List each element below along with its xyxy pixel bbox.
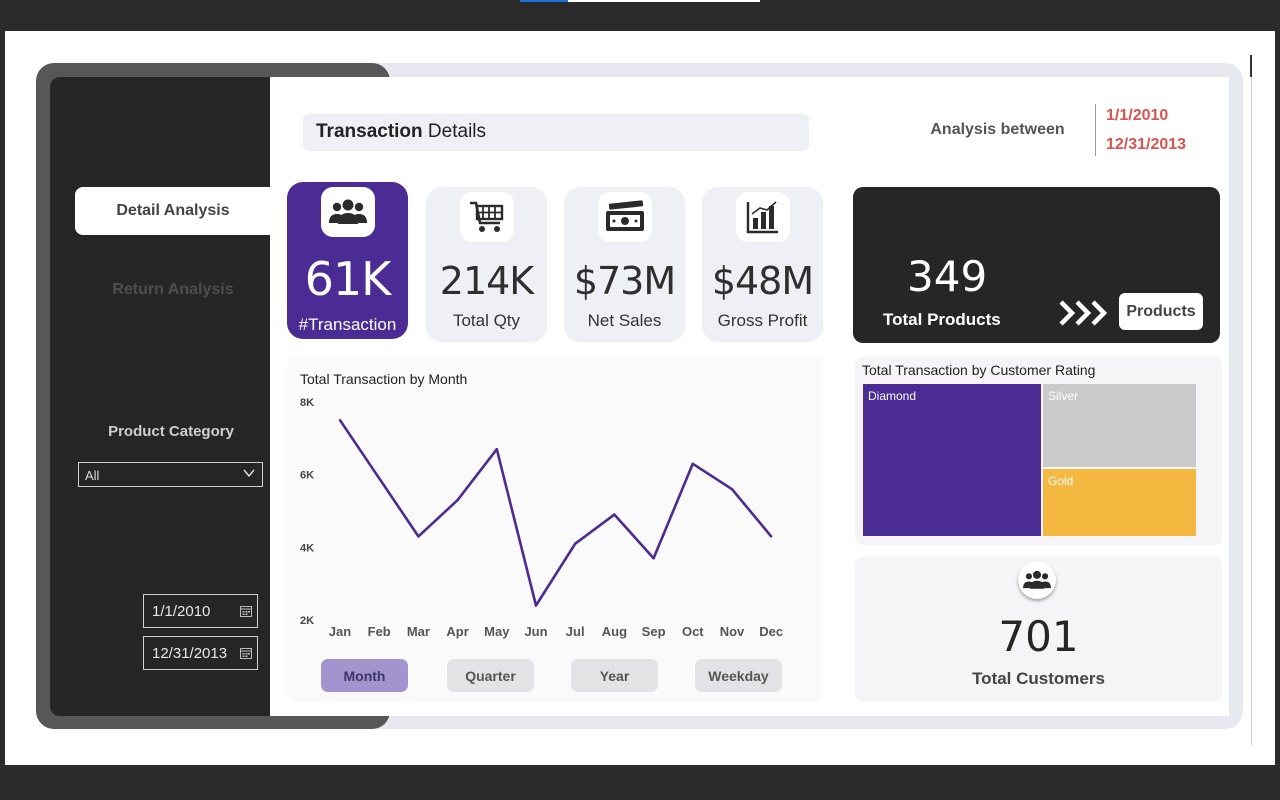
kpi-value: 61K xyxy=(304,252,392,306)
kpi-card-net-sales[interactable]: $73M Net Sales xyxy=(564,187,685,342)
data-point[interactable] xyxy=(338,418,342,422)
data-point[interactable] xyxy=(730,488,734,491)
data-point[interactable] xyxy=(652,557,655,560)
data-point[interactable] xyxy=(417,535,420,538)
tile-label: Diamond xyxy=(868,389,917,403)
quarter-toggle-button[interactable]: Quarter xyxy=(447,659,534,692)
users-icon xyxy=(1018,561,1056,599)
chevron-down-icon xyxy=(243,469,255,478)
y-tick-label: 6K xyxy=(300,470,314,482)
top-tab-indicator xyxy=(520,0,760,2)
product-category-label: Product Category xyxy=(108,423,234,440)
year-toggle-button[interactable]: Year xyxy=(571,659,658,692)
page-title-rest: Details xyxy=(422,121,487,142)
calendar-icon[interactable] xyxy=(240,647,252,659)
month-toggle-button[interactable]: Month xyxy=(321,659,408,692)
nav-return-analysis[interactable]: Return Analysis xyxy=(75,266,271,314)
x-tick-label: Apr xyxy=(446,624,468,639)
x-tick-label: Aug xyxy=(602,624,627,639)
page-title: Transaction Details xyxy=(303,114,809,151)
products-button[interactable]: Products xyxy=(1119,293,1203,330)
kpi-card-transactions[interactable]: 61K #Transaction xyxy=(287,182,408,339)
data-point[interactable] xyxy=(378,477,381,480)
cart-icon xyxy=(459,192,514,242)
tile-label: Gold xyxy=(1048,474,1074,488)
kpi-value: $48M xyxy=(711,259,814,303)
x-tick-label: Dec xyxy=(759,624,783,639)
start-date-input[interactable]: 1/1/2010 xyxy=(143,594,258,628)
data-point[interactable] xyxy=(495,448,498,451)
kpi-value: $73M xyxy=(573,259,676,303)
total-customers-label: Total Customers xyxy=(972,669,1105,688)
end-date-input[interactable]: 12/31/2013 xyxy=(143,636,258,670)
end-date-value: 12/31/2013 xyxy=(152,645,228,662)
active-tab-indicator xyxy=(520,0,568,2)
data-point[interactable] xyxy=(534,604,538,607)
calendar-icon[interactable] xyxy=(240,605,252,617)
page-title-bold: Transaction xyxy=(316,121,423,142)
data-point[interactable] xyxy=(456,498,459,502)
total-products-label: Total Products xyxy=(883,310,1001,329)
y-tick-label: 4K xyxy=(300,542,314,554)
y-tick-label: 2K xyxy=(300,615,314,627)
treemap-tile-silver[interactable]: Silver xyxy=(1043,384,1196,467)
money-icon xyxy=(597,192,652,242)
x-tick-label: Jul xyxy=(566,624,585,639)
data-point[interactable] xyxy=(770,535,773,538)
analysis-end-date: 12/31/2013 xyxy=(1106,136,1187,153)
data-point[interactable] xyxy=(691,462,694,465)
x-tick-label: Sep xyxy=(642,624,666,639)
x-tick-label: May xyxy=(484,624,510,639)
series-line xyxy=(338,419,773,607)
analysis-start-date: 1/1/2010 xyxy=(1106,107,1169,124)
x-tick-label: Nov xyxy=(720,624,745,639)
kpi-card-gross-profit[interactable]: $48M Gross Profit xyxy=(702,187,823,342)
divider xyxy=(1095,104,1096,156)
kpi-label: Gross Profit xyxy=(717,311,808,330)
bar-chart-icon xyxy=(735,192,790,242)
kpi-label: Net Sales xyxy=(587,311,662,330)
treemap-title: Total Transaction by Customer Rating xyxy=(862,362,1096,378)
x-tick-label: Jun xyxy=(524,624,547,639)
data-point[interactable] xyxy=(574,542,577,545)
tile-label: Silver xyxy=(1048,389,1079,403)
scrollbar-thumb[interactable] xyxy=(1250,55,1252,77)
kpi-value: 214K xyxy=(439,259,534,303)
x-tick-label: Feb xyxy=(368,624,391,639)
line-chart-title: Total Transaction by Month xyxy=(300,371,468,387)
triple-chevron-right-icon xyxy=(1059,300,1108,326)
users-icon xyxy=(320,187,375,237)
nav-detail-analysis[interactable]: Detail Analysis xyxy=(75,187,271,235)
x-tick-label: Mar xyxy=(407,624,430,639)
kpi-card-total-qty[interactable]: 214K Total Qty xyxy=(426,187,547,342)
total-customers-value: 701 xyxy=(998,612,1079,661)
y-tick-label: 8K xyxy=(300,397,314,409)
scrollbar-track[interactable] xyxy=(1251,55,1252,745)
product-category-dropdown[interactable]: All xyxy=(78,462,263,487)
x-tick-label: Oct xyxy=(682,624,704,639)
data-point[interactable] xyxy=(613,513,616,516)
x-tick-label: Jan xyxy=(329,624,351,639)
start-date-value: 1/1/2010 xyxy=(152,603,211,620)
analysis-between-label: Analysis between xyxy=(930,121,1065,138)
kpi-label: #Transaction xyxy=(298,315,397,334)
total-products-value: 349 xyxy=(907,252,988,301)
weekday-toggle-button[interactable]: Weekday xyxy=(695,659,782,692)
kpi-label: Total Qty xyxy=(452,311,521,330)
treemap-tile-diamond[interactable]: Diamond xyxy=(863,384,1041,536)
treemap-tile-gold[interactable]: Gold xyxy=(1043,469,1196,536)
transaction-by-month-chart[interactable]: 2K 4K 6K 8K Jan Feb Mar Apr May Jun Jul Aug Sep Oct N… xyxy=(287,390,823,650)
product-category-value: All xyxy=(85,468,100,483)
